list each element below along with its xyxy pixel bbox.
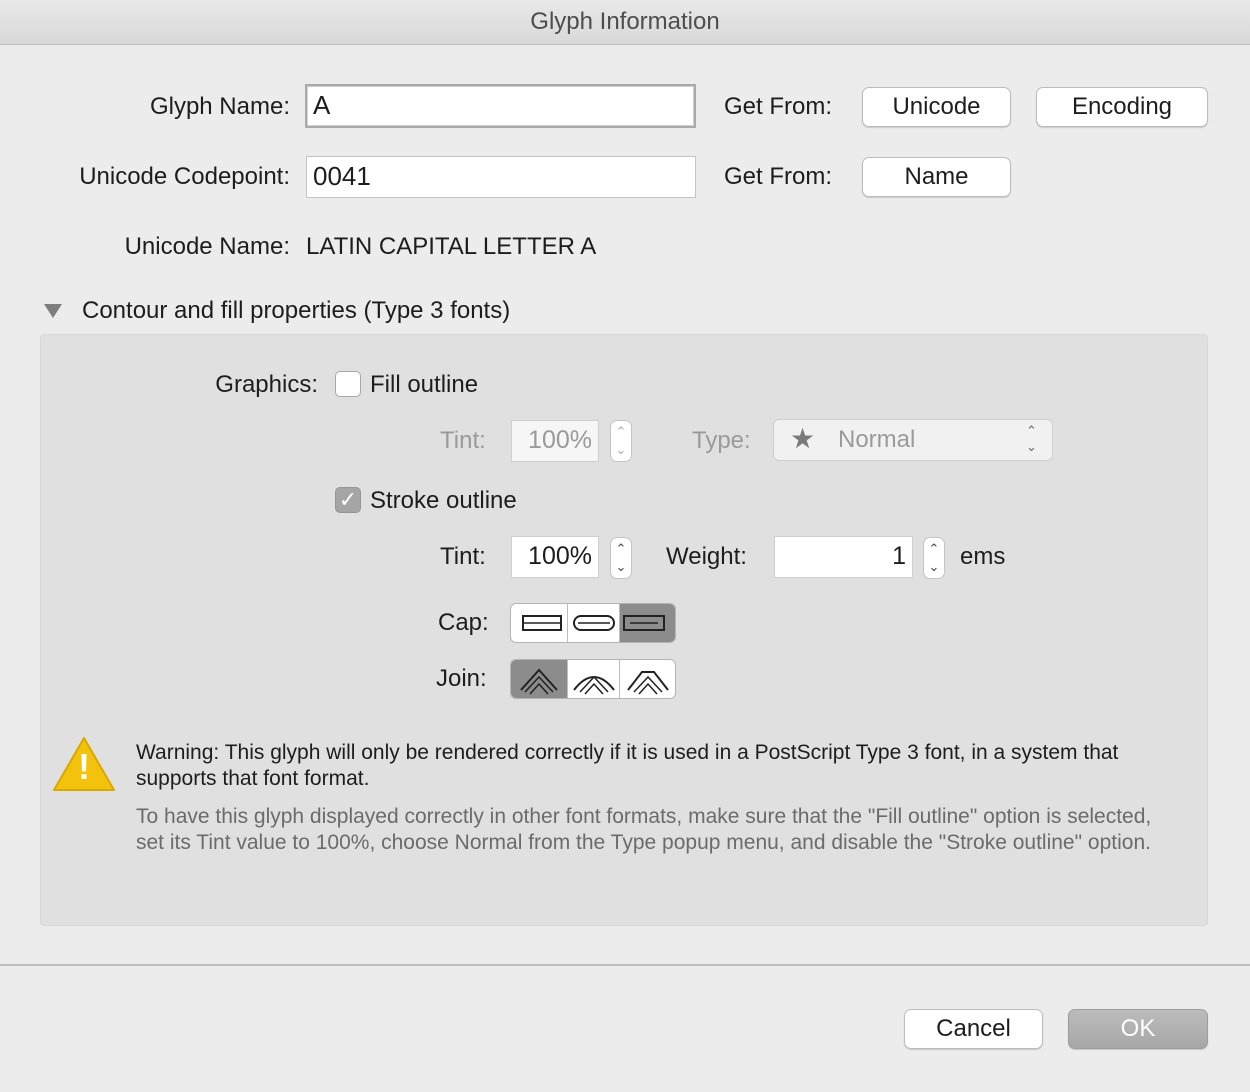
unicode-name-label: Unicode Name: bbox=[124, 233, 290, 260]
fill-tint-label: Tint: bbox=[440, 427, 486, 454]
stroke-outline-label: Stroke outline bbox=[370, 487, 517, 514]
get-from-label-2: Get From: bbox=[724, 163, 833, 190]
section-title[interactable]: Contour and fill properties (Type 3 font… bbox=[82, 296, 510, 326]
fill-type-label: Type: bbox=[692, 427, 751, 454]
codepoint-input[interactable]: 0041 bbox=[306, 156, 696, 198]
fill-type-value: Normal bbox=[838, 426, 916, 453]
fill-outline-label: Fill outline bbox=[370, 371, 479, 398]
unicode-name-value: LATIN CAPITAL LETTER A bbox=[306, 233, 597, 260]
stroke-outline-checkbox[interactable]: ✓ bbox=[335, 487, 361, 513]
round-join-icon[interactable] bbox=[568, 660, 620, 698]
glyph-name-label: Glyph Name: bbox=[149, 93, 290, 120]
popup-up-icon: ⌃ bbox=[1026, 423, 1037, 438]
stepper-down-icon[interactable]: ⌄ bbox=[611, 560, 631, 574]
codepoint-label: Unicode Codepoint: bbox=[79, 163, 290, 190]
weight-input[interactable]: 1 bbox=[774, 536, 913, 578]
bevel-join-icon[interactable] bbox=[620, 660, 675, 698]
stroke-tint-input[interactable]: 100% bbox=[511, 536, 599, 578]
round-cap-icon[interactable] bbox=[568, 604, 620, 642]
fill-tint-input[interactable]: 100% bbox=[511, 420, 599, 462]
weight-label: Weight: bbox=[666, 543, 747, 570]
warning-secondary-text: To have this glyph displayed correctly i… bbox=[136, 805, 1152, 854]
cancel-button[interactable]: Cancel bbox=[904, 1009, 1043, 1049]
butt-cap-icon[interactable] bbox=[511, 604, 568, 642]
ok-button[interactable]: OK bbox=[1068, 1009, 1208, 1049]
star-icon: ★ bbox=[790, 423, 816, 454]
join-segmented-control[interactable] bbox=[510, 659, 676, 699]
glyph-name-input[interactable]: A bbox=[305, 84, 696, 128]
stepper-up-icon[interactable]: ⌃ bbox=[924, 542, 944, 556]
fill-type-popup[interactable]: ★ Normal ⌃ ⌄ bbox=[773, 419, 1053, 461]
disclosure-triangle-icon[interactable] bbox=[44, 304, 62, 318]
graphics-label: Graphics: bbox=[215, 371, 318, 398]
weight-stepper[interactable]: ⌃ ⌄ bbox=[923, 537, 945, 579]
get-from-label: Get From: bbox=[724, 93, 833, 120]
stroke-tint-label: Tint: bbox=[440, 543, 486, 570]
fill-tint-stepper[interactable]: ⌃ ⌄ bbox=[610, 420, 632, 462]
encoding-button[interactable]: Encoding bbox=[1036, 87, 1208, 127]
warning-primary-text: Warning: This glyph will only be rendere… bbox=[136, 741, 1119, 790]
unicode-button[interactable]: Unicode bbox=[862, 87, 1011, 127]
cap-segmented-control[interactable] bbox=[510, 603, 676, 643]
stepper-up-icon[interactable]: ⌃ bbox=[611, 425, 631, 439]
stepper-down-icon[interactable]: ⌄ bbox=[611, 443, 631, 457]
warning-icon: ! bbox=[50, 734, 118, 794]
window-title: Glyph Information bbox=[530, 8, 720, 35]
name-button[interactable]: Name bbox=[862, 157, 1011, 197]
join-label: Join: bbox=[436, 665, 487, 692]
warning-mark: ! bbox=[78, 746, 90, 787]
stepper-up-icon[interactable]: ⌃ bbox=[611, 542, 631, 556]
fill-outline-checkbox[interactable] bbox=[335, 371, 361, 397]
miter-join-icon[interactable] bbox=[511, 660, 568, 698]
weight-unit: ems bbox=[960, 543, 1006, 570]
popup-down-icon: ⌄ bbox=[1026, 439, 1037, 454]
cap-label: Cap: bbox=[438, 609, 489, 636]
stepper-down-icon[interactable]: ⌄ bbox=[924, 560, 944, 574]
stroke-tint-stepper[interactable]: ⌃ ⌄ bbox=[610, 537, 632, 579]
square-cap-icon[interactable] bbox=[620, 604, 675, 642]
footer-divider bbox=[0, 964, 1250, 966]
